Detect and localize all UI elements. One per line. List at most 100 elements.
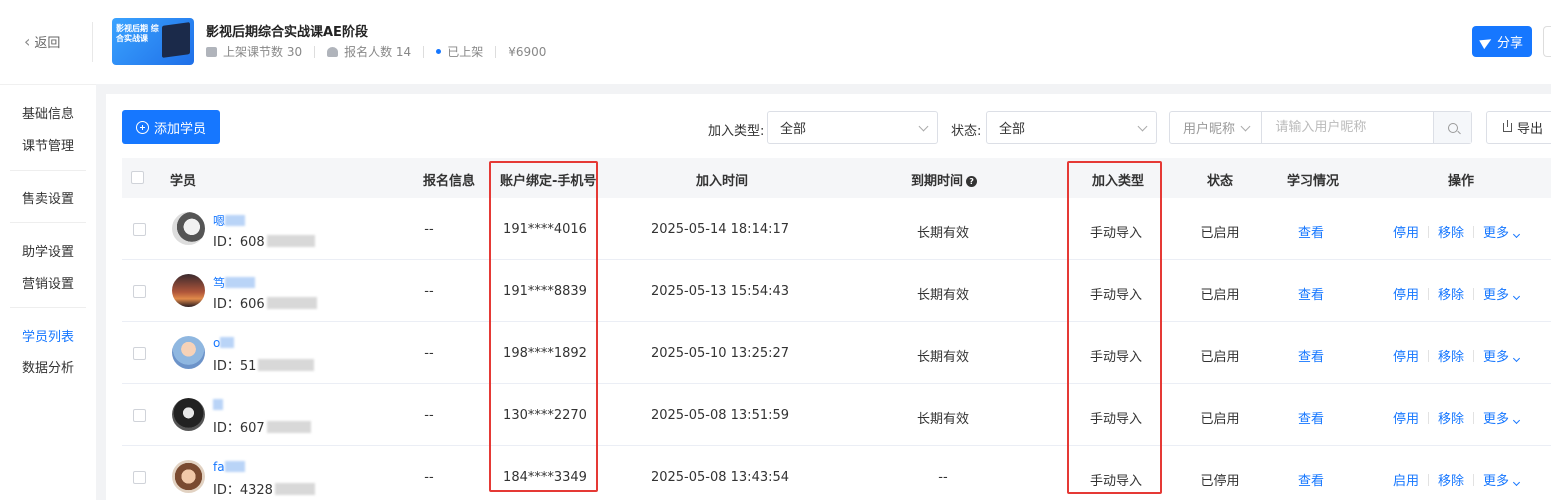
expire-time: 长期有效 <box>916 288 970 303</box>
more-button[interactable]: 更多 <box>1483 408 1521 427</box>
search-group: 用户昵称 <box>1169 111 1472 144</box>
sidebar-item-study-assist[interactable]: 助学设置 <box>22 241 74 260</box>
column-header-signup-info: 报名信息 <box>423 174 476 189</box>
avatar <box>172 460 205 493</box>
export-button[interactable]: 导出 <box>1486 111 1551 144</box>
view-study-link[interactable]: 查看 <box>1298 470 1324 489</box>
phone: 130****2270 <box>503 408 587 423</box>
column-header-expire-time: 到期时间? <box>911 170 978 189</box>
join-type-value: 全部 <box>780 122 807 137</box>
view-study-link[interactable]: 查看 <box>1298 408 1324 427</box>
status-dot-icon <box>436 49 442 54</box>
student-name[interactable]: fa <box>213 460 245 474</box>
student-name[interactable]: 笃 <box>213 274 256 291</box>
remove-button[interactable]: 移除 <box>1438 408 1464 427</box>
column-header-phone: 账户绑定-手机号 <box>500 174 597 189</box>
select-all-checkbox[interactable] <box>131 171 144 184</box>
more-button[interactable]: 更多 <box>1483 222 1521 241</box>
chevron-down-icon <box>1513 292 1521 301</box>
nickname-search-input[interactable] <box>1262 112 1434 143</box>
student-name[interactable] <box>213 398 223 412</box>
more-header-button[interactable] <box>1543 26 1551 57</box>
share-button[interactable]: 分享 <box>1472 26 1532 57</box>
view-study-link[interactable]: 查看 <box>1298 284 1324 303</box>
search-icon <box>1447 122 1458 133</box>
join-type-select[interactable]: 全部 <box>767 111 938 144</box>
remove-button[interactable]: 移除 <box>1438 284 1464 303</box>
status-select[interactable]: 全部 <box>986 111 1157 144</box>
course-status: 已上架 <box>447 45 484 59</box>
table-row: ID：607 -- 130****2270 2025-05-08 13:51:5… <box>122 384 1551 446</box>
row-checkbox[interactable] <box>133 285 146 298</box>
expire-time: 长期有效 <box>916 412 970 427</box>
sidebar-item-sales-settings[interactable]: 售卖设置 <box>22 188 74 207</box>
row-actions: 停用 移除 更多 <box>1393 284 1521 303</box>
add-student-label: 添加学员 <box>153 121 206 137</box>
status-filter-label: 状态: <box>951 124 982 139</box>
join-time: 2025-05-14 18:14:17 <box>650 222 790 237</box>
more-button[interactable]: 更多 <box>1483 346 1521 365</box>
sidebar-item-student-list[interactable]: 学员列表 <box>22 326 74 345</box>
row-actions: 停用 移除 更多 <box>1393 408 1521 427</box>
expire-time: 长期有效 <box>916 226 970 241</box>
expire-time: -- <box>938 470 948 485</box>
join-type: 手动导入 <box>1089 474 1143 489</box>
export-label: 导出 <box>1517 122 1544 137</box>
table-row: 笃 ID：606 -- 191****8839 2025-05-13 15:54… <box>122 260 1551 322</box>
signup-info: -- <box>424 408 434 423</box>
join-type: 手动导入 <box>1089 350 1143 365</box>
sidebar-item-basic-info[interactable]: 基础信息 <box>22 103 74 122</box>
question-icon[interactable]: ? <box>966 176 978 187</box>
row-checkbox[interactable] <box>133 347 146 360</box>
disable-button[interactable]: 停用 <box>1393 346 1419 365</box>
more-button[interactable]: 更多 <box>1483 284 1521 303</box>
disable-button[interactable]: 停用 <box>1393 284 1419 303</box>
sidebar-divider <box>10 170 86 171</box>
row-actions: 停用 移除 更多 <box>1393 222 1521 241</box>
cover-text: 影视后期 综合实战课 <box>116 24 159 43</box>
row-checkbox[interactable] <box>133 471 146 484</box>
remove-button[interactable]: 移除 <box>1438 222 1464 241</box>
row-checkbox[interactable] <box>133 223 146 236</box>
column-header-student: 学员 <box>170 174 197 189</box>
chevron-down-icon <box>1513 416 1521 425</box>
join-time: 2025-05-08 13:51:59 <box>650 408 790 423</box>
remove-button[interactable]: 移除 <box>1438 470 1464 489</box>
sidebar-item-data-analysis[interactable]: 数据分析 <box>22 357 74 376</box>
more-button[interactable]: 更多 <box>1483 470 1521 489</box>
phone: 198****1892 <box>503 346 587 361</box>
chevron-down-icon <box>1240 121 1251 132</box>
table-row: 嗯 ID：608 -- 191****4016 2025-05-14 18:14… <box>122 198 1551 260</box>
sidebar-item-lesson-management[interactable]: 课节管理 <box>22 135 74 154</box>
sidebar-divider <box>10 222 86 223</box>
chevron-down-icon <box>1513 478 1521 487</box>
add-student-button[interactable]: 添加学员 <box>122 110 220 144</box>
column-header-study: 学习情况 <box>1287 174 1340 189</box>
column-header-join-time: 加入时间 <box>696 174 749 189</box>
search-type-select[interactable]: 用户昵称 <box>1170 112 1263 143</box>
row-checkbox[interactable] <box>133 409 146 422</box>
course-cover-image: 影视后期 综合实战课 <box>112 18 194 65</box>
signup-info: -- <box>424 284 434 299</box>
student-name[interactable]: o <box>213 336 235 350</box>
chevron-down-icon <box>1513 354 1521 363</box>
remove-button[interactable]: 移除 <box>1438 346 1464 365</box>
disable-button[interactable]: 停用 <box>1393 408 1419 427</box>
avatar <box>172 398 205 431</box>
status: 已启用 <box>1200 226 1240 241</box>
student-name[interactable]: 嗯 <box>213 212 246 229</box>
view-study-link[interactable]: 查看 <box>1298 346 1324 365</box>
search-button[interactable] <box>1433 112 1471 143</box>
view-study-link[interactable]: 查看 <box>1298 222 1324 241</box>
column-header-join-type: 加入类型 <box>1092 174 1145 189</box>
back-button[interactable]: ‹ 返回 <box>24 32 60 51</box>
course-meta: 上架课节数 30 报名人数 14 已上架 ¥6900 <box>206 43 546 60</box>
enable-button[interactable]: 启用 <box>1393 470 1419 489</box>
sidebar-item-marketing[interactable]: 营销设置 <box>22 273 74 292</box>
status: 已停用 <box>1200 474 1240 489</box>
search-type-value: 用户昵称 <box>1183 122 1236 137</box>
share-label: 分享 <box>1496 36 1523 51</box>
chevron-down-icon <box>918 121 929 132</box>
disable-button[interactable]: 停用 <box>1393 222 1419 241</box>
join-time: 2025-05-10 13:25:27 <box>650 346 790 361</box>
